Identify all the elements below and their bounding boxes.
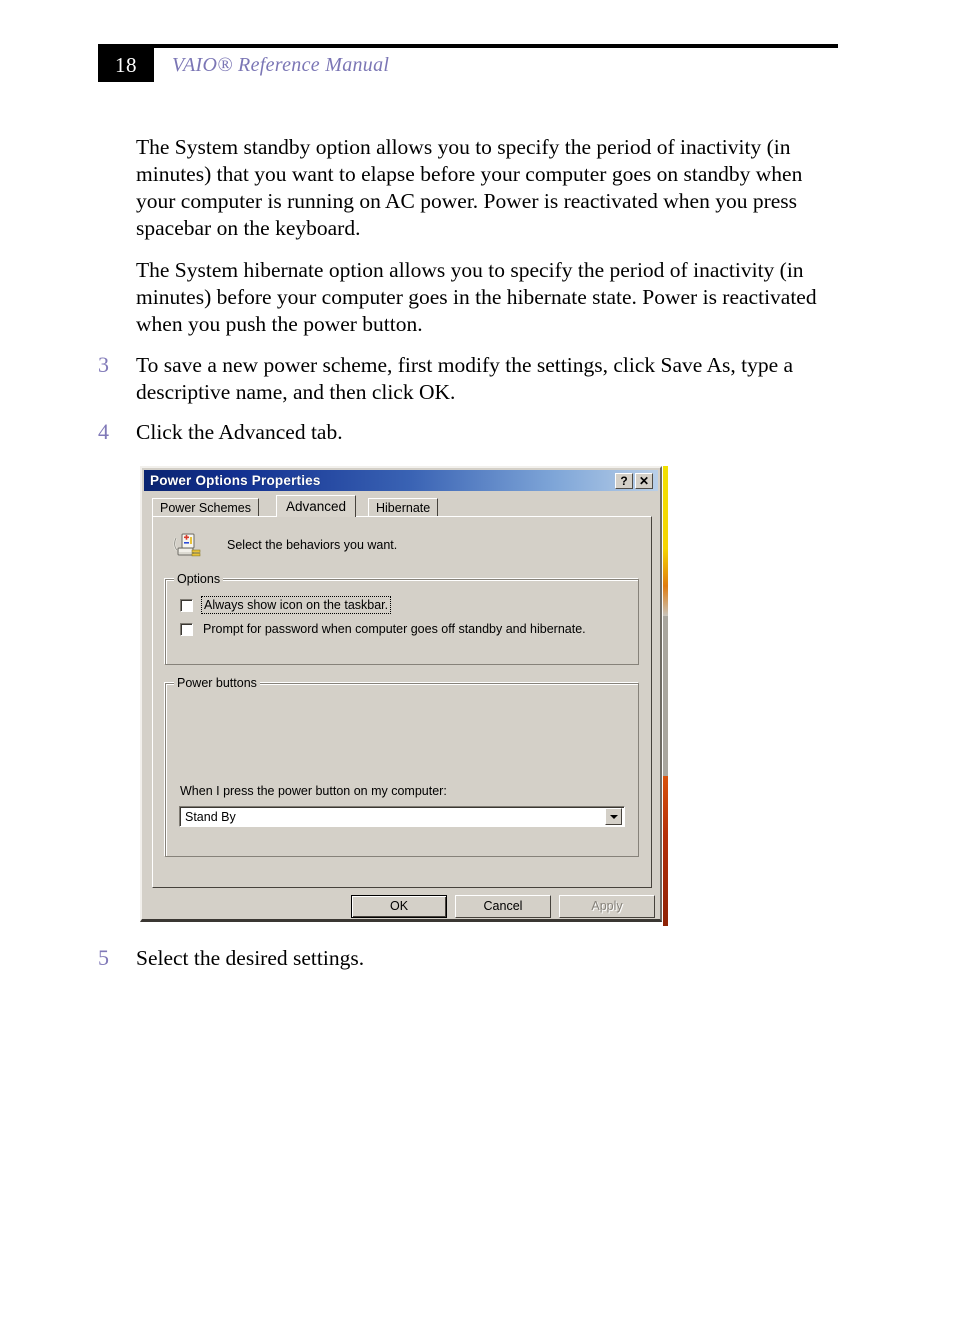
- close-icon[interactable]: ✕: [635, 472, 653, 489]
- scan-edge-artifact-top: [663, 466, 668, 616]
- banner-text: Select the behaviors you want.: [227, 538, 398, 552]
- checkbox-prompt-for-password[interactable]: [180, 622, 193, 636]
- power-options-properties-window: Power Options Properties ? ✕ Power Schem…: [140, 466, 662, 922]
- power-button-action-dropdown[interactable]: Stand By: [179, 806, 625, 827]
- tab-strip: Power Schemes Advanced Hibernate: [152, 495, 652, 517]
- tab-power-schemes[interactable]: Power Schemes: [152, 498, 260, 517]
- checkbox-row-always-show-icon[interactable]: Always show icon on the taskbar.: [180, 596, 392, 614]
- tab-page-advanced: Select the behaviors you want. Options A…: [152, 516, 652, 888]
- banner: Select the behaviors you want.: [171, 529, 397, 561]
- power-button-combo-label: When I press the power button on my comp…: [180, 784, 447, 798]
- scan-edge-artifact-bottom: [663, 776, 668, 926]
- chevron-down-glyph: [609, 814, 618, 819]
- power-options-dialog-figure: Power Options Properties ? ✕ Power Schem…: [140, 466, 668, 926]
- cancel-button[interactable]: Cancel: [455, 895, 551, 918]
- step-text-3: To save a new power scheme, first modify…: [136, 353, 794, 404]
- paragraph-system-hibernate: The System hibernate option allows you t…: [136, 258, 817, 336]
- group-power-buttons: Power buttons When I press the power but…: [165, 676, 639, 857]
- dialog-titlebar: Power Options Properties ? ✕: [144, 470, 658, 491]
- group-options-title: Options: [174, 572, 224, 586]
- checkbox-row-prompt-for-password[interactable]: Prompt for password when computer goes o…: [180, 622, 586, 636]
- header-rule: [98, 44, 838, 48]
- step-number-4: 4: [98, 419, 109, 444]
- checkbox-label-always-show-icon[interactable]: Always show icon on the taskbar.: [200, 596, 392, 614]
- step-number-3: 3: [98, 352, 109, 377]
- running-header-title: VAIO® Reference Manual: [172, 54, 390, 76]
- dialog-button-row: OK Cancel Apply: [142, 892, 660, 922]
- checkbox-always-show-icon[interactable]: [180, 598, 193, 612]
- apply-button: Apply: [559, 895, 655, 918]
- titlebar-button-group: ? ✕: [615, 472, 658, 489]
- tab-advanced[interactable]: Advanced: [276, 495, 357, 517]
- page-number: 18: [98, 48, 154, 82]
- group-power-buttons-title: Power buttons: [174, 676, 260, 690]
- step-number-5: 5: [98, 945, 109, 970]
- paragraph-system-standby: The System standby option allows you to …: [136, 135, 803, 240]
- step-text-5: Select the desired settings.: [136, 946, 365, 970]
- help-icon[interactable]: ?: [615, 472, 633, 489]
- chevron-down-icon[interactable]: [605, 808, 622, 825]
- ok-button[interactable]: OK: [351, 895, 447, 918]
- scan-edge-artifact-middle: [663, 616, 668, 776]
- tab-hibernate[interactable]: Hibernate: [368, 498, 439, 517]
- group-options: Options Always show icon on the taskbar.…: [165, 572, 639, 665]
- power-button-action-value: Stand By: [185, 809, 236, 824]
- step-text-4: Click the Advanced tab.: [136, 420, 343, 444]
- battery-power-plug-icon: [171, 529, 203, 561]
- dialog-title: Power Options Properties: [150, 473, 321, 488]
- checkbox-label-prompt-for-password[interactable]: Prompt for password when computer goes o…: [203, 622, 586, 636]
